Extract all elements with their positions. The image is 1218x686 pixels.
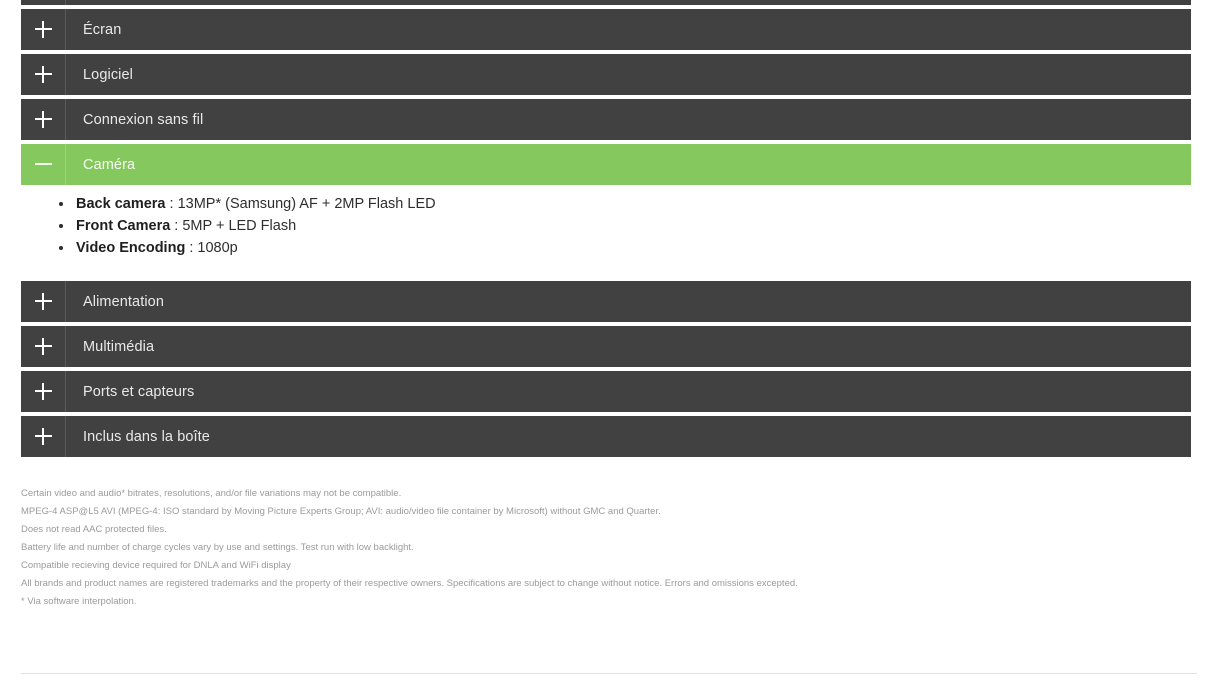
- accordion-title-connexion-sans-fil: Connexion sans fil: [83, 111, 204, 128]
- accordion-item-inclus-dans-la-boite: Inclus dans la boîte: [21, 416, 1191, 457]
- accordion-header-truncated[interactable]: [21, 0, 1191, 5]
- accordion-title-ports-et-capteurs: Ports et capteurs: [83, 383, 195, 400]
- accordion-title-camera: Caméra: [83, 156, 136, 173]
- accordion-header-inclus-dans-la-boite[interactable]: Inclus dans la boîte: [21, 416, 1191, 457]
- specifications-accordion: Écran Logiciel Connexion sans fil Caméra…: [21, 0, 1191, 461]
- spec-label: Front Camera: [76, 218, 171, 234]
- accordion-item-connexion-sans-fil: Connexion sans fil: [21, 99, 1191, 140]
- plus-icon: [21, 326, 66, 367]
- accordion-header-multimedia[interactable]: Multimédia: [21, 326, 1191, 367]
- plus-icon: [21, 416, 66, 457]
- accordion-item-alimentation: Alimentation: [21, 281, 1191, 322]
- footnote-line: MPEG-4 ASP@L5 AVI (MPEG-4: ISO standard …: [21, 506, 661, 517]
- accordion-title-inclus-dans-la-boite: Inclus dans la boîte: [83, 428, 210, 445]
- minus-icon: [21, 144, 66, 185]
- accordion-header-ecran[interactable]: Écran: [21, 9, 1191, 50]
- plus-icon: [21, 371, 66, 412]
- accordion-item-logiciel: Logiciel: [21, 54, 1191, 95]
- footnotes-block: Certain video and audio* bitrates, resol…: [21, 486, 1191, 612]
- accordion-header-ports-et-capteurs[interactable]: Ports et capteurs: [21, 371, 1191, 412]
- camera-spec-list: Back camera : 13MP* (Samsung) AF + 2MP F…: [21, 193, 1191, 259]
- plus-icon: [21, 54, 66, 95]
- list-item: Front Camera : 5MP + LED Flash: [59, 215, 1191, 237]
- accordion-title-multimedia: Multimédia: [83, 338, 155, 355]
- accordion-title-alimentation: Alimentation: [83, 293, 164, 310]
- footnote-line: Battery life and number of charge cycles…: [21, 542, 414, 553]
- accordion-header-logiciel[interactable]: Logiciel: [21, 54, 1191, 95]
- accordion-panel-camera: Back camera : 13MP* (Samsung) AF + 2MP F…: [21, 185, 1191, 277]
- accordion-title-logiciel: Logiciel: [83, 66, 133, 83]
- footnote-line: Compatible recieving device required for…: [21, 560, 291, 571]
- accordion-title-truncated: [66, 0, 83, 5]
- plus-icon: [21, 9, 66, 50]
- spec-label: Video Encoding: [76, 240, 186, 256]
- footnote-line: Does not read AAC protected files.: [21, 524, 167, 535]
- accordion-item-camera: Caméra Back camera : 13MP* (Samsung) AF …: [21, 144, 1191, 277]
- accordion-item-ports-et-capteurs: Ports et capteurs: [21, 371, 1191, 412]
- accordion-header-camera[interactable]: Caméra: [21, 144, 1191, 185]
- spec-value: : 13MP* (Samsung) AF + 2MP Flash LED: [165, 196, 436, 212]
- footnote-line: Certain video and audio* bitrates, resol…: [21, 488, 402, 499]
- footnote-line: * Via software interpolation.: [21, 596, 137, 607]
- accordion-title-ecran: Écran: [83, 21, 122, 38]
- plus-icon: [21, 0, 66, 5]
- footnote-line: All brands and product names are registe…: [21, 578, 798, 589]
- page-bottom-divider: [21, 673, 1197, 674]
- accordion-item-truncated: [21, 0, 1191, 5]
- list-item: Video Encoding : 1080p: [59, 237, 1191, 259]
- accordion-item-multimedia: Multimédia: [21, 326, 1191, 367]
- plus-icon: [21, 281, 66, 322]
- accordion-header-connexion-sans-fil[interactable]: Connexion sans fil: [21, 99, 1191, 140]
- list-item: Back camera : 13MP* (Samsung) AF + 2MP F…: [59, 193, 1191, 215]
- spec-value: : 5MP + LED Flash: [170, 218, 297, 234]
- spec-label: Back camera: [76, 196, 166, 212]
- accordion-item-ecran: Écran: [21, 9, 1191, 50]
- specifications-page: Écran Logiciel Connexion sans fil Caméra…: [0, 0, 1218, 686]
- plus-icon: [21, 99, 66, 140]
- accordion-header-alimentation[interactable]: Alimentation: [21, 281, 1191, 322]
- spec-value: : 1080p: [185, 240, 238, 256]
